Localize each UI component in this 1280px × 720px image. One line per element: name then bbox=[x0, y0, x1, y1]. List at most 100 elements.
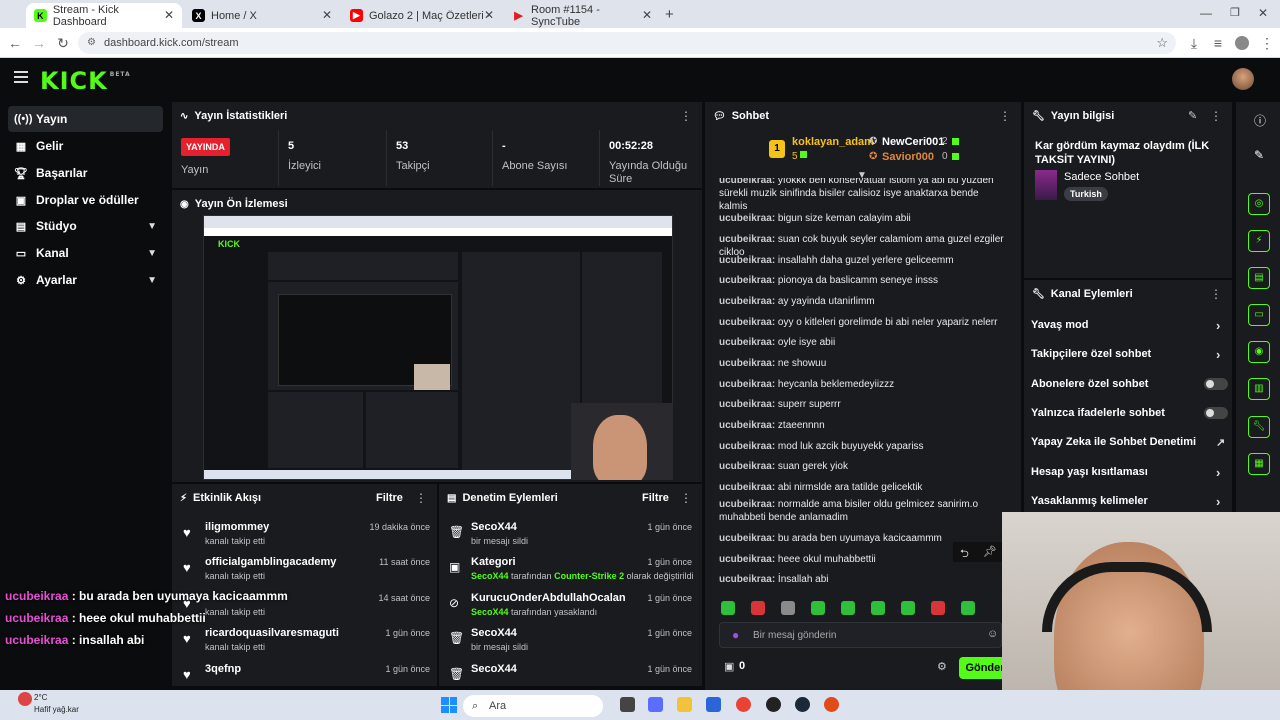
chat-username[interactable]: ucubeikraa bbox=[719, 574, 772, 585]
close-window-button[interactable]: ✕ bbox=[1258, 6, 1268, 20]
rail-wrench-button[interactable]: 🔧︎ bbox=[1248, 416, 1270, 438]
more-options-icon[interactable]: ⋮ bbox=[1210, 109, 1222, 123]
task-view-icon[interactable] bbox=[620, 697, 635, 712]
chat-username[interactable]: ucubeikraa bbox=[719, 178, 772, 186]
kick-logo[interactable]: KICK BETA bbox=[40, 67, 131, 95]
activity-user[interactable]: officialgamblingacademy bbox=[205, 556, 336, 568]
top-gifter-name[interactable]: Savior000 bbox=[882, 151, 934, 163]
sidebar-item-studyo[interactable]: ▤ Stüdyo ▼ bbox=[8, 213, 163, 239]
more-options-icon[interactable]: ⋮ bbox=[1210, 287, 1222, 301]
emote-icon[interactable] bbox=[871, 601, 885, 615]
moderation-user[interactable]: SecoX44 bbox=[471, 627, 517, 639]
emote-icon[interactable] bbox=[931, 601, 945, 615]
url-field[interactable]: ⚙ dashboard.kick.com/stream ☆ bbox=[78, 32, 1176, 54]
info-icon[interactable]: ⓘ bbox=[1254, 112, 1266, 129]
chat-username[interactable]: ucubeikraa bbox=[719, 461, 772, 472]
ai-moderation-item[interactable]: Yapay Zeka ile Sohbet Denetimi ↗ bbox=[1031, 436, 1231, 456]
more-options-icon[interactable]: ⋮ bbox=[415, 491, 427, 505]
account-age-item[interactable]: Hesap yaşı kısıtlaması › bbox=[1031, 465, 1231, 486]
mic-icon[interactable]: ● bbox=[732, 628, 739, 642]
emote-icon[interactable] bbox=[751, 601, 765, 615]
chat-username[interactable]: ucubeikraa bbox=[719, 234, 772, 245]
activity-filter-button[interactable]: Filtre bbox=[376, 492, 403, 504]
site-info-icon[interactable]: ⚙ bbox=[87, 32, 96, 54]
chat-username[interactable]: ucubeikraa bbox=[719, 420, 772, 431]
new-tab-button[interactable]: + bbox=[665, 6, 674, 23]
more-options-icon[interactable]: ⋮ bbox=[680, 109, 692, 123]
user-avatar[interactable] bbox=[1232, 68, 1254, 90]
sidebar-item-yayin[interactable]: ((•)) Yayın bbox=[8, 106, 163, 132]
rail-list-button[interactable]: ▤ bbox=[1248, 267, 1270, 289]
edit-icon[interactable]: ✎ bbox=[1254, 148, 1264, 162]
tab-kick-dashboard[interactable]: K Stream - Kick Dashboard ✕ bbox=[26, 3, 182, 28]
obs-icon[interactable] bbox=[766, 697, 781, 712]
close-tab-icon[interactable]: ✕ bbox=[642, 8, 652, 22]
download-icon[interactable]: ⤓ bbox=[1185, 34, 1203, 52]
emote-icon[interactable] bbox=[781, 601, 795, 615]
language-tag[interactable]: Turkish bbox=[1064, 187, 1108, 201]
chat-username[interactable]: ucubeikraa bbox=[719, 358, 772, 369]
moderation-filter-button[interactable]: Filtre bbox=[642, 492, 669, 504]
chat-username[interactable]: ucubeikraa bbox=[719, 554, 772, 565]
emoji-icon[interactable]: ☺ bbox=[987, 628, 998, 640]
minimize-button[interactable]: — bbox=[1200, 6, 1212, 20]
forward-icon[interactable]: → bbox=[30, 34, 48, 52]
moderation-user[interactable]: SecoX44 bbox=[471, 521, 517, 533]
followers-only-item[interactable]: Takipçilere özel sohbet › bbox=[1031, 347, 1231, 368]
windows-start-icon[interactable] bbox=[441, 697, 457, 713]
activity-user[interactable]: iligmommey bbox=[205, 521, 269, 533]
chrome-icon[interactable] bbox=[736, 697, 751, 712]
chat-username[interactable]: ucubeikraa bbox=[719, 441, 772, 452]
chat-username[interactable]: ucubeikraa bbox=[719, 275, 772, 286]
store-icon[interactable] bbox=[706, 697, 721, 712]
emote-icon[interactable] bbox=[721, 601, 735, 615]
close-tab-icon[interactable]: ✕ bbox=[322, 8, 332, 22]
tab-x-home[interactable]: X Home / X ✕ bbox=[184, 3, 340, 28]
emote-only-toggle[interactable] bbox=[1204, 407, 1228, 419]
category-name[interactable]: Sadece Sohbet bbox=[1064, 171, 1139, 183]
chat-username[interactable]: ucubeikraa bbox=[719, 499, 772, 510]
reply-icon[interactable]: ⮌ bbox=[960, 545, 969, 564]
moderation-user[interactable]: SecoX44 bbox=[471, 663, 517, 675]
activity-user[interactable]: ricardoquasilvaresmaguti bbox=[205, 627, 339, 639]
top-gifter-name[interactable]: koklayan_adam bbox=[792, 136, 874, 148]
tab-synctube[interactable]: ▶ Room #1154 - SyncTube ✕ bbox=[504, 3, 660, 28]
close-tab-icon[interactable]: ✕ bbox=[484, 8, 494, 22]
sidebar-item-gelir[interactable]: ▦ Gelir bbox=[8, 133, 163, 159]
sidebar-item-droplar[interactable]: ▣ Droplar ve ödüller bbox=[8, 187, 163, 213]
chat-username[interactable]: ucubeikraa bbox=[719, 213, 772, 224]
bookmark-star-icon[interactable]: ☆ bbox=[1156, 32, 1168, 54]
rail-target-button[interactable]: ◎ bbox=[1248, 193, 1270, 215]
chat-username[interactable]: ucubeikraa bbox=[719, 255, 772, 266]
tab-youtube[interactable]: ▶ Golazo 2 | Maç Özetleri - YouTu ✕ bbox=[342, 3, 502, 28]
menu-dots-icon[interactable]: ⋮ bbox=[1258, 34, 1276, 52]
rail-bolt-button[interactable]: ⚡︎ bbox=[1248, 230, 1270, 252]
top-gifter-name[interactable]: NewCeri001 bbox=[882, 136, 944, 148]
sidebar-item-kanal[interactable]: ▭ Kanal ▼ bbox=[8, 240, 163, 266]
file-explorer-icon[interactable] bbox=[677, 697, 692, 712]
rail-chat-button[interactable]: ▭ bbox=[1248, 304, 1270, 326]
chat-input[interactable]: ● Bir mesaj gönderin ☺ bbox=[719, 622, 1002, 648]
chat-username[interactable]: ucubeikraa bbox=[719, 379, 772, 390]
edit-pencil-icon[interactable]: ✎ bbox=[1188, 109, 1197, 122]
moderation-user[interactable]: KurucuOnderAbdullahOcalan bbox=[471, 592, 626, 604]
tab-search-icon[interactable]: ≡ bbox=[1209, 34, 1227, 52]
emote-icon[interactable] bbox=[811, 601, 825, 615]
chat-username[interactable]: ucubeikraa bbox=[719, 337, 772, 348]
maximize-button[interactable]: ❐ bbox=[1230, 6, 1240, 19]
rail-panels-button[interactable]: ▥ bbox=[1248, 378, 1270, 400]
back-icon[interactable]: ← bbox=[6, 34, 24, 52]
chat-username[interactable]: ucubeikraa bbox=[719, 482, 772, 493]
chat-settings-icon[interactable]: ⚙ bbox=[937, 660, 947, 673]
reload-icon[interactable]: ↻ bbox=[54, 34, 72, 52]
pin-icon[interactable]: 📌︎ bbox=[983, 545, 997, 558]
activity-user[interactable]: 3qefnp bbox=[205, 663, 241, 675]
chat-username[interactable]: ucubeikraa bbox=[719, 399, 772, 410]
emote-icon[interactable] bbox=[841, 601, 855, 615]
close-tab-icon[interactable]: ✕ bbox=[164, 8, 174, 22]
steam-icon[interactable] bbox=[795, 697, 810, 712]
rail-calendar-button[interactable]: ▦ bbox=[1248, 453, 1270, 475]
slow-mode-item[interactable]: Yavaş mod › bbox=[1031, 318, 1231, 339]
taskbar-search[interactable]: ⌕ Ara bbox=[463, 695, 603, 717]
chat-username[interactable]: ucubeikraa bbox=[719, 317, 772, 328]
